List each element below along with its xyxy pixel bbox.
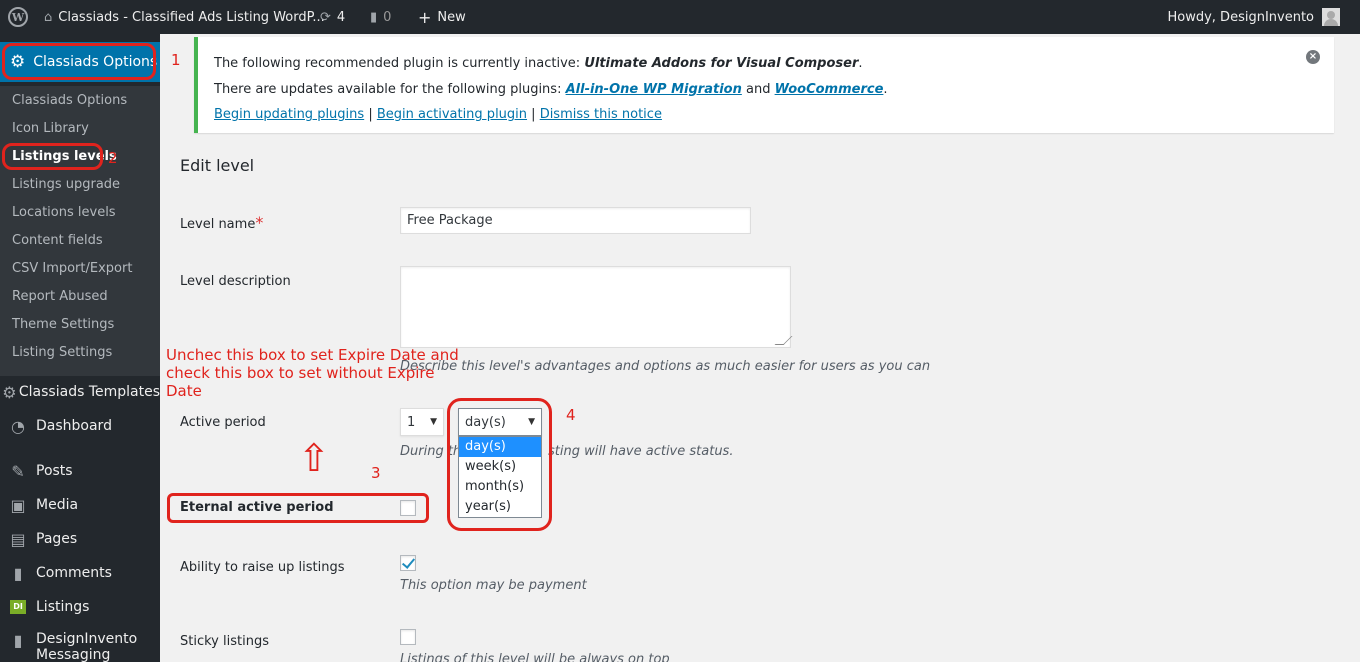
updates-count: 4 — [336, 9, 346, 25]
raise-up-label: Ability to raise up listings — [180, 560, 345, 575]
select-value: 1 — [407, 414, 416, 430]
page-title: Edit level — [180, 156, 255, 175]
updates-link[interactable]: ⟳ 4 — [320, 0, 345, 34]
media-icon: ▣ — [10, 495, 26, 515]
account-menu[interactable]: Howdy, DesignInvento — [1167, 0, 1340, 34]
home-icon: ⌂ — [44, 9, 53, 25]
menu-label: Listings — [36, 599, 90, 615]
notice-actions: Begin updating plugins | Begin activatin… — [214, 107, 662, 122]
menu-label: Classiads Templates — [18, 384, 160, 400]
begin-updating-link[interactable]: Begin updating plugins — [214, 107, 364, 122]
pages-icon: ▤ — [10, 529, 26, 549]
plus-icon: + — [418, 7, 432, 27]
annotation-ring-4 — [447, 398, 552, 531]
submenu: Classiads Options Icon Library Listings … — [0, 86, 160, 376]
annotation-note: Unchec this box to set Expire Date and c… — [166, 346, 459, 400]
chat-icon: ▮ — [13, 631, 23, 650]
refresh-icon: ⟳ — [320, 9, 331, 25]
notice-text: . — [858, 56, 863, 71]
comment-bubble-icon: ▮ — [13, 563, 23, 583]
level-name-label: Level name* — [180, 213, 263, 232]
menu-listings[interactable]: DI Listings — [0, 597, 160, 617]
site-title: Classiads - Classified Ads Listing WordP… — [58, 9, 325, 25]
period-number-select[interactable]: 1 ▼ — [400, 408, 444, 436]
notice-text: and — [741, 82, 775, 97]
submenu-csv-import-export[interactable]: CSV Import/Export — [12, 261, 132, 276]
active-period-label: Active period — [180, 415, 266, 430]
menu-pages[interactable]: ▤ Pages — [0, 529, 160, 549]
gear-icon: ⚙ — [2, 382, 17, 402]
site-title-link[interactable]: ⌂ Classiads - Classified Ads Listing Wor… — [44, 0, 325, 34]
menu-comments[interactable]: ▮ Comments — [0, 563, 160, 583]
annotation-number-4: 4 — [566, 406, 576, 424]
raise-up-checkbox[interactable] — [400, 555, 416, 571]
wordpress-logo-icon[interactable]: W — [6, 0, 30, 34]
menu-label: Pages — [36, 531, 78, 547]
notice-text: . — [883, 82, 888, 97]
comments-count: 0 — [383, 9, 392, 25]
new-label: New — [437, 9, 466, 25]
raise-up-help: This option may be payment — [400, 578, 587, 593]
up-arrow-icon: ⇧ — [298, 436, 330, 480]
close-icon[interactable]: × — [1306, 50, 1320, 64]
notice-line-updates: There are updates available for the foll… — [214, 82, 888, 97]
menu-label: DesignInvento Messaging System — [36, 631, 138, 662]
annotation-ring-2 — [2, 143, 103, 170]
plugin-link-migration[interactable]: All-in-One WP Migration — [566, 82, 742, 97]
annotation-number-2: 2 — [108, 149, 118, 167]
sticky-checkbox[interactable] — [400, 629, 416, 645]
required-mark: * — [255, 213, 264, 232]
menu-media[interactable]: ▣ Media — [0, 495, 160, 515]
dashboard-icon: ◔ — [11, 416, 25, 436]
period-help-right: sting will have active status. — [548, 444, 734, 459]
annotation-number-3: 3 — [371, 464, 381, 482]
avatar — [1322, 8, 1340, 26]
submenu-listing-settings[interactable]: Listing Settings — [12, 345, 112, 360]
menu-label: Posts — [36, 463, 73, 479]
sticky-help: Listings of this level will be always on… — [400, 652, 670, 662]
submenu-report-abused[interactable]: Report Abused — [12, 289, 108, 304]
notice-text: The following recommended plugin is curr… — [214, 56, 585, 71]
annotation-ring-3 — [167, 493, 429, 523]
begin-activating-link[interactable]: Begin activating plugin — [377, 107, 527, 122]
pushpin-icon: ✎ — [11, 461, 25, 481]
level-description-textarea[interactable] — [400, 266, 791, 348]
admin-sidebar: ⚙ Classiads Options Classiads Options Ic… — [0, 34, 160, 662]
howdy-text: Howdy, DesignInvento — [1167, 9, 1314, 25]
submenu-icon-library[interactable]: Icon Library — [12, 121, 89, 136]
level-name-input[interactable]: Free Package — [400, 207, 751, 234]
comment-bubble-icon: ▮ — [370, 9, 378, 25]
menu-label: Dashboard — [36, 418, 112, 434]
submenu-theme-settings[interactable]: Theme Settings — [12, 317, 114, 332]
menu-posts[interactable]: ✎ Posts — [0, 461, 160, 481]
notice-plugin-name: Ultimate Addons for Visual Composer — [584, 56, 859, 71]
notice-line-inactive: The following recommended plugin is curr… — [214, 56, 863, 71]
new-content-link[interactable]: + New — [418, 0, 466, 34]
annotation-ring-1 — [2, 43, 156, 80]
separator: | — [527, 107, 540, 122]
plugin-link-woocommerce[interactable]: WooCommerce — [775, 82, 884, 97]
label-text: Level name — [180, 217, 256, 232]
plugin-notice: The following recommended plugin is curr… — [194, 37, 1334, 133]
listings-badge-icon: DI — [10, 600, 26, 614]
submenu-listings-upgrade[interactable]: Listings upgrade — [12, 177, 120, 192]
submenu-locations-levels[interactable]: Locations levels — [12, 205, 116, 220]
notice-text: There are updates available for the foll… — [214, 82, 566, 97]
level-description-label: Level description — [180, 274, 291, 289]
dismiss-notice-link[interactable]: Dismiss this notice — [540, 107, 662, 122]
menu-label: Media — [36, 497, 79, 513]
menu-label: Comments — [36, 565, 112, 581]
annotation-number-1: 1 — [171, 51, 181, 69]
menu-messaging-system[interactable]: ▮ DesignInvento Messaging System — [0, 631, 160, 662]
menu-classiads-templates[interactable]: ⚙ Classiads Templates — [0, 382, 160, 402]
comments-link[interactable]: ▮ 0 — [370, 0, 391, 34]
admin-bar: W ⌂ Classiads - Classified Ads Listing W… — [0, 0, 1360, 34]
submenu-classiads-options[interactable]: Classiads Options — [12, 93, 127, 108]
submenu-content-fields[interactable]: Content fields — [12, 233, 103, 248]
level-description-help: Describe this level's advantages and opt… — [400, 359, 931, 374]
separator: | — [364, 107, 377, 122]
chevron-down-icon: ▼ — [430, 417, 437, 427]
menu-dashboard[interactable]: ◔ Dashboard — [0, 416, 160, 436]
sticky-label: Sticky listings — [180, 634, 269, 649]
